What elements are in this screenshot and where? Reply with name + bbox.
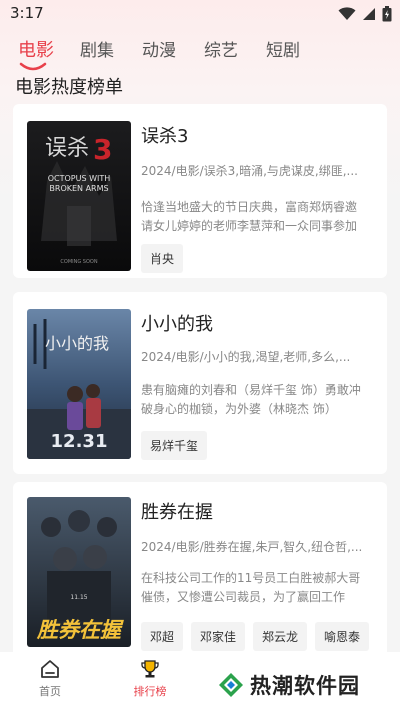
- nav-label: 排行榜: [133, 685, 167, 698]
- poster-footer: COMING SOON: [60, 259, 97, 265]
- signal-icon: [363, 8, 375, 20]
- actor-tag[interactable]: 郑云龙: [253, 622, 308, 651]
- home-icon: [41, 660, 59, 678]
- actor-list: 邓超 邓家佳 郑云龙 喻恩泰: [141, 622, 370, 651]
- tab-movie[interactable]: 电影: [18, 36, 54, 62]
- poster-date: 11.15: [70, 594, 87, 601]
- actor-tag[interactable]: 肖央: [141, 244, 184, 273]
- status-icons: [338, 6, 392, 22]
- actor-tag[interactable]: 喻恩泰: [315, 622, 370, 651]
- movie-title[interactable]: 小小的我: [141, 310, 213, 336]
- nav-home[interactable]: 首页: [20, 658, 80, 699]
- movie-poster[interactable]: 11.15 胜券在握: [27, 497, 131, 647]
- tab-anime[interactable]: 动漫: [142, 36, 176, 61]
- actor-tag[interactable]: 邓超: [141, 622, 184, 651]
- status-time: 3:17: [10, 4, 44, 22]
- poster-title: 误杀: [45, 136, 89, 161]
- actor-list: 易烊千玺: [141, 431, 208, 460]
- poster-date: 12.31: [51, 431, 108, 452]
- active-tab-indicator: [19, 62, 47, 71]
- watermark-logo-icon: [219, 673, 243, 697]
- actor-tag[interactable]: 邓家佳: [191, 622, 246, 651]
- watermark-text: 热潮软件园: [250, 674, 360, 698]
- movie-meta: 2024/电影/误杀3,暗涌,与虎谋皮,绑匪,...: [141, 164, 358, 178]
- status-bar: 3:17: [0, 0, 400, 30]
- movie-poster[interactable]: 误杀 3 OCTOPUS WITH BROKEN ARMS COMING SOO…: [27, 121, 131, 271]
- trophy-icon: [141, 660, 159, 678]
- poster-title: 小小的我: [45, 334, 109, 353]
- tab-variety[interactable]: 综艺: [204, 36, 238, 61]
- section-title: 电影热度榜单: [15, 77, 123, 98]
- nav-ranking[interactable]: 排行榜: [120, 658, 180, 699]
- tab-short-drama[interactable]: 短剧: [266, 36, 300, 61]
- poster-en-title-2: BROKEN ARMS: [49, 184, 108, 193]
- movie-meta: 2024/电影/胜券在握,朱戸,智久,纽仓哲,...: [141, 540, 363, 554]
- category-tabs: 电影 剧集 动漫 综艺 短剧: [0, 36, 400, 72]
- watermark: 热潮软件园: [218, 670, 360, 700]
- movie-poster[interactable]: 小小的我 12.31: [27, 309, 131, 459]
- wifi-icon: [338, 7, 356, 20]
- actor-tag[interactable]: 易烊千玺: [141, 431, 208, 460]
- actor-list: 肖央: [141, 244, 184, 273]
- poster-title: 胜券在握: [36, 617, 124, 642]
- movie-title[interactable]: 误杀3: [141, 122, 188, 148]
- movie-title[interactable]: 胜券在握: [141, 498, 213, 524]
- poster-number: 3: [93, 133, 112, 166]
- poster-en-title-1: OCTOPUS WITH: [48, 174, 111, 183]
- movie-description: 恰逢当地盛大的节日庆典，富商郑炳睿邀请女儿婷婷的老师李慧萍和一众同事参加: [141, 200, 358, 233]
- movie-card[interactable]: 小小的我 12.31 小小的我 2024/电影/小小的我,渴望,老师,多么,..…: [13, 292, 387, 474]
- movie-meta: 2024/电影/小小的我,渴望,老师,多么,...: [141, 350, 351, 364]
- tab-series[interactable]: 剧集: [80, 36, 114, 61]
- movie-card[interactable]: 误杀 3 OCTOPUS WITH BROKEN ARMS COMING SOO…: [13, 104, 387, 278]
- nav-label: 首页: [39, 685, 61, 698]
- movie-description: 患有脑瘫的刘春和（易烊千玺 饰）勇敢冲破身心的枷锁，为外婆（林晓杰 饰）: [141, 383, 361, 416]
- movie-description: 在科技公司工作的11号员工白胜被郝大哥催债，又惨遭公司裁员，为了赢回工作: [141, 571, 361, 604]
- battery-icon: [382, 6, 392, 22]
- movie-card[interactable]: 11.15 胜券在握 胜券在握 2024/电影/胜券在握,朱戸,智久,纽仓哲,.…: [13, 482, 387, 660]
